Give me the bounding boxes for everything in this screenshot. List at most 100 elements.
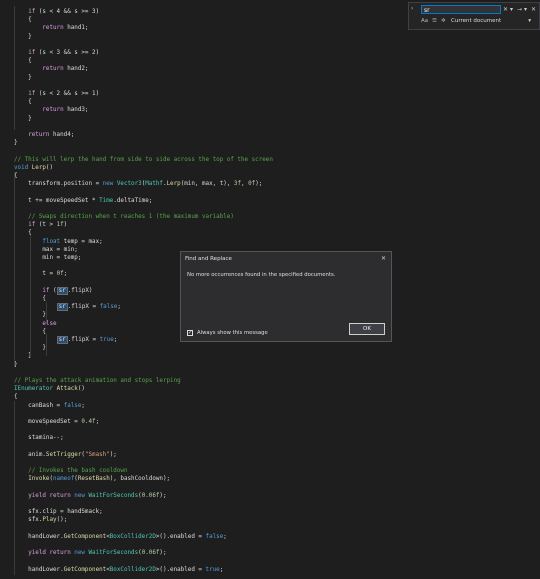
- whole-word-toggle[interactable]: ☰: [432, 18, 437, 24]
- find-next-dropdown-icon[interactable]: ▾: [524, 5, 527, 14]
- code-token: >().enabled =: [155, 566, 206, 573]
- code-line[interactable]: anim.SetTrigger("Smash");: [14, 449, 117, 461]
- code-token: return: [49, 492, 71, 499]
- indent-guide: [46, 302, 47, 324]
- code-line[interactable]: handLower.GetComponent<BoxCollider2D>().…: [14, 564, 223, 576]
- find-widget: › sr ✕ ▾ → ▾ ✕ Aa ☰ ✲ Current document ▾: [408, 2, 540, 30]
- code-line[interactable]: handLower.GetComponent<BoxCollider2D>().…: [14, 531, 227, 543]
- code-token: moveSpeedSet =: [14, 419, 82, 425]
- code-token: handLower.: [14, 533, 64, 540]
- code-token: (: [49, 287, 57, 294]
- code-token: 1f: [56, 222, 64, 229]
- code-token: hand1;: [63, 25, 89, 32]
- chevron-down-icon: ▾: [528, 18, 531, 24]
- code-token: ResetBash: [77, 476, 110, 483]
- code-token: hand3;: [63, 107, 89, 114]
- code-token: return: [42, 66, 64, 73]
- code-token: sfx.: [14, 517, 43, 524]
- code-token: .flipX =: [67, 304, 100, 311]
- code-token: }: [14, 74, 32, 81]
- code-token: ;: [223, 533, 227, 540]
- code-token: 0.4f: [81, 419, 96, 425]
- code-token: hand2;: [63, 66, 89, 73]
- code-line[interactable]: yield return new WaitForSeconds(0.06f);: [14, 547, 167, 559]
- code-token: Attack: [56, 386, 78, 393]
- code-token: Mathf: [145, 181, 163, 188]
- toggle-replace-icon[interactable]: ›: [411, 5, 413, 12]
- search-match-highlight: sr: [56, 303, 68, 312]
- search-scope-select[interactable]: Current document ▾: [451, 17, 533, 26]
- code-token: ;: [95, 419, 100, 425]
- code-line[interactable]: }: [14, 113, 32, 125]
- close-find-icon[interactable]: ✕: [531, 5, 536, 14]
- code-token: false: [63, 402, 82, 409]
- code-token: Play: [42, 517, 57, 524]
- code-token: false: [99, 304, 118, 311]
- code-line[interactable]: min = temp;: [14, 252, 81, 264]
- code-token: GetComponent: [63, 533, 107, 540]
- always-show-label[interactable]: Always show this message: [197, 330, 268, 337]
- code-token: ;: [81, 402, 85, 409]
- code-token: );: [159, 550, 167, 557]
- indent-guide: [46, 334, 47, 356]
- close-icon[interactable]: ✕: [381, 255, 386, 262]
- code-token: Vector3: [116, 181, 142, 188]
- code-token: ;: [219, 566, 224, 573]
- search-scope-label: Current document: [451, 18, 502, 24]
- code-line[interactable]: transform.position = new Vector3(Mathf.L…: [14, 178, 262, 190]
- code-token: SetTrigger: [45, 451, 82, 458]
- code-token: new: [74, 492, 85, 499]
- code-line[interactable]: }: [14, 72, 32, 84]
- code-token: BoxCollider2D: [109, 533, 156, 540]
- code-token: }: [14, 33, 32, 40]
- code-token: BoxCollider2D: [109, 566, 156, 573]
- code-line[interactable]: IEnumerator Attack(): [14, 383, 85, 395]
- dialog-title: Find and Replace: [185, 256, 232, 262]
- code-token: (s < 2 && s >= 1): [35, 91, 100, 97]
- find-input[interactable]: sr: [421, 5, 501, 14]
- indent-guide: [14, 6, 15, 130]
- code-line[interactable]: sfx.Play();: [14, 514, 67, 526]
- code-line[interactable]: canBash = false;: [14, 400, 85, 412]
- code-token: min = temp;: [14, 255, 82, 261]
- code-token: yield: [28, 492, 46, 499]
- code-token: Time: [99, 197, 114, 204]
- match-case-toggle[interactable]: Aa: [421, 18, 428, 24]
- clear-search-icon[interactable]: ✕: [503, 5, 508, 14]
- code-line[interactable]: t = 0f;: [14, 268, 67, 280]
- code-token: ): [63, 222, 68, 229]
- code-token: return: [42, 107, 64, 114]
- code-token: >().enabled =: [155, 533, 206, 540]
- indent-guide: [14, 172, 15, 366]
- code-token: (min, max, t),: [180, 181, 234, 188]
- code-line[interactable]: return hand4;: [14, 129, 74, 141]
- code-line[interactable]: }: [14, 31, 32, 43]
- code-line[interactable]: moveSpeedSet = 0.4f;: [14, 416, 99, 428]
- code-line[interactable]: t += moveSpeedSet * Time.deltaTime;: [14, 195, 152, 207]
- code-token: stamina--;: [14, 435, 64, 442]
- search-options-icon[interactable]: ▾: [510, 5, 513, 14]
- code-line[interactable]: Invoke(nameof(ResetBash), bashCooldown);: [14, 473, 170, 485]
- code-token: }: [14, 140, 18, 147]
- code-token: true: [99, 337, 114, 343]
- code-line[interactable]: stamina--;: [14, 432, 64, 444]
- code-token: return: [42, 25, 64, 32]
- code-token: );: [109, 451, 117, 458]
- code-line[interactable]: }: [14, 137, 18, 149]
- code-token: handLower.: [14, 566, 64, 573]
- code-line[interactable]: yield return new WaitForSeconds(0.06f);: [14, 490, 166, 502]
- regex-toggle[interactable]: ✲: [441, 18, 446, 24]
- code-token: .deltaTime;: [113, 197, 153, 204]
- code-line[interactable]: void Lerp(): [14, 162, 53, 174]
- code-token: WaitForSeconds: [88, 492, 139, 499]
- code-token: yield: [28, 550, 46, 557]
- code-token: 0.06f: [141, 492, 160, 499]
- code-token: new: [102, 181, 114, 188]
- ok-button[interactable]: OK: [349, 323, 385, 335]
- find-next-icon[interactable]: →: [517, 5, 522, 14]
- code-token: "Smash": [84, 451, 110, 458]
- code-token: 0f: [56, 271, 64, 278]
- always-show-checkbox[interactable]: ✓: [187, 330, 193, 336]
